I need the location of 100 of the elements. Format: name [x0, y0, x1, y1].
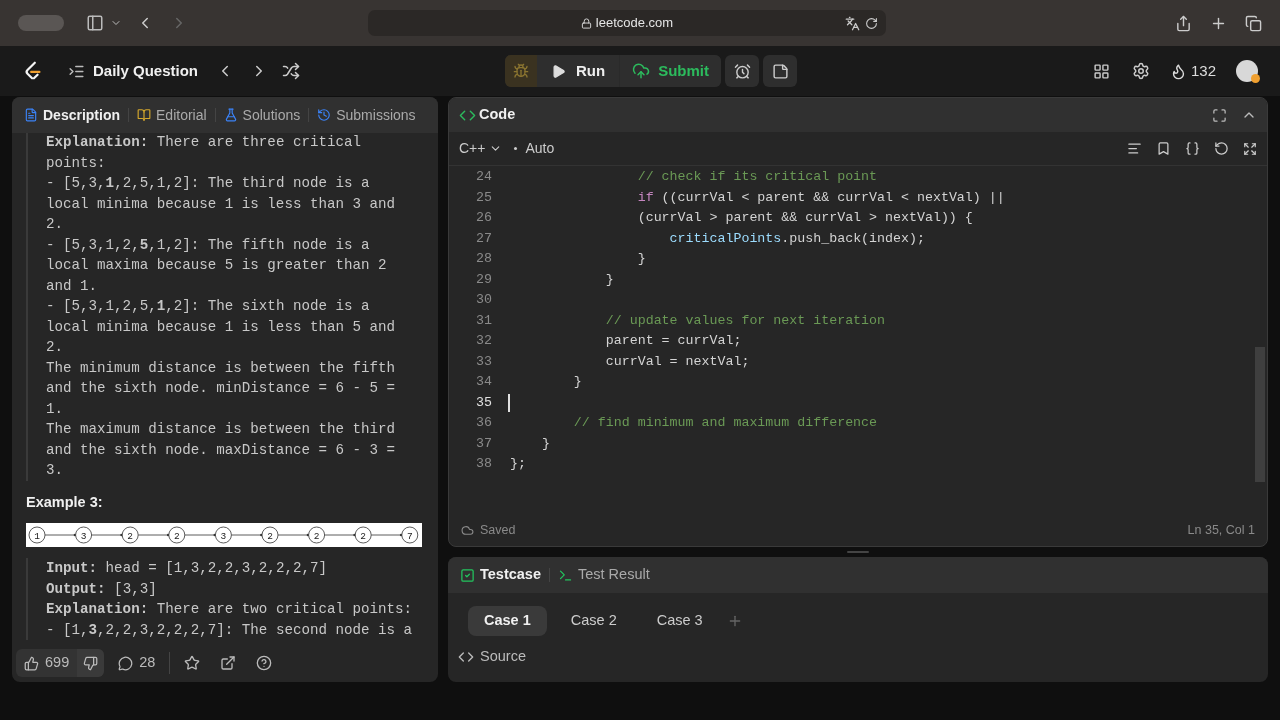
code-token: } [572, 373, 582, 391]
thumbs-down-icon [83, 655, 99, 671]
explanation-line: The maximum distance is between the third [46, 420, 397, 439]
line-number: 33 [475, 352, 492, 371]
code-token: // update values for next iteration [604, 311, 886, 330]
explanation-line: local minima because 1 is less than 5 and [46, 317, 397, 337]
code-token: (currVal > parent && currVal > nextVal)) { [636, 209, 973, 227]
line-number: 24 [475, 168, 492, 186]
explanation-line: - [5,3,1,2,5,1,2]: The fifth node is a [46, 235, 371, 255]
example-line: Explanation: There are two critical points: [46, 600, 414, 619]
explanation-line: 2. [46, 338, 65, 357]
notes-button[interactable] [763, 55, 798, 87]
explanation-line: 1. [46, 399, 65, 419]
explanation-line: 2. [46, 215, 65, 234]
dislike-button[interactable] [77, 649, 105, 677]
explanation-line: and the sixth node. minDistance = 6 - 5 = [46, 379, 397, 398]
terminal-icon [558, 567, 573, 583]
translate-icon[interactable] [845, 15, 860, 31]
alarm-clock-icon [733, 62, 751, 80]
cloud-icon [461, 523, 474, 537]
panel-tab[interactable]: Submissions [317, 104, 416, 126]
history-icon [317, 108, 332, 122]
reload-icon[interactable] [865, 16, 878, 30]
braces-icon[interactable] [1185, 141, 1200, 156]
lock-icon [580, 17, 592, 29]
layout-icon[interactable] [1092, 62, 1110, 80]
panel-tab[interactable]: Editorial [137, 104, 207, 126]
share-icon[interactable] [1175, 14, 1192, 32]
example-heading: Example 3: [26, 492, 104, 512]
format-icon[interactable] [1127, 141, 1142, 156]
help-icon[interactable] [256, 655, 273, 671]
share-icon[interactable] [220, 655, 237, 671]
bug-icon [513, 63, 530, 79]
explanation-line: - [5,3,1,2,5,1,2]: The sixth node is a [46, 297, 371, 316]
panel-tab[interactable]: Test Result [558, 564, 650, 586]
address-bar[interactable]: leetcode.com [368, 10, 886, 36]
avatar[interactable] [1236, 60, 1258, 82]
url-text: leetcode.com [595, 14, 674, 33]
streak-count: 132 [1190, 60, 1216, 81]
timer-button[interactable] [725, 55, 760, 87]
source-button[interactable]: Source [458, 646, 526, 668]
book-icon [137, 108, 151, 122]
explanation-line: points: [46, 153, 107, 173]
flask-icon [223, 108, 238, 122]
bookmark-icon[interactable] [1156, 141, 1171, 156]
code-token: }; [510, 455, 526, 473]
case-tab[interactable]: Case 3 [640, 606, 719, 636]
streak-counter[interactable]: 132 [1169, 59, 1216, 83]
code-token: // find minimum and maximum difference [572, 414, 878, 432]
line-number: 38 [475, 455, 492, 473]
note-icon [771, 62, 789, 80]
line-number: 32 [475, 332, 492, 350]
line-number: 26 [475, 209, 492, 227]
run-button[interactable]: Run [537, 55, 620, 87]
explanation-line: and 1. [46, 276, 99, 296]
debug-button[interactable] [505, 55, 538, 87]
submit-button[interactable]: Submit [620, 55, 722, 87]
line-number: 35 [475, 393, 492, 412]
example-line: Output: [3,3] [46, 579, 158, 599]
cloud-upload-icon [632, 62, 651, 80]
mode-select[interactable]: Auto [514, 138, 555, 159]
thumbs-up-icon [24, 655, 39, 671]
code-token: } [540, 434, 550, 453]
fullscreen-icon[interactable] [1243, 141, 1257, 156]
panel-title: Code [479, 105, 516, 125]
line-number: 31 [475, 311, 492, 330]
code-token: ((currVal < parent && currVal < nextVal) || [660, 188, 1005, 207]
code-token: // check if its critical point [636, 168, 878, 186]
star-icon[interactable] [184, 655, 201, 671]
comments-button[interactable]: 28 [118, 652, 171, 674]
save-status: Saved [480, 521, 516, 539]
explanation-line: local maxima because 5 is greater than 2 [46, 256, 388, 275]
sidebar-icon[interactable] [86, 14, 104, 32]
code-token: criticalPoints [668, 229, 782, 248]
checkbox-icon [460, 567, 475, 583]
line-number: 36 [475, 414, 492, 432]
line-number: 28 [475, 250, 492, 268]
panel-tab[interactable]: Description [24, 104, 120, 126]
problem-list-button[interactable]: Daily Question [68, 59, 199, 83]
code-token: .push_back(index); [781, 229, 925, 248]
linked-list-diagram: 1 3 2 2 3 2 2 2 7 [26, 523, 422, 547]
reset-icon[interactable] [1214, 141, 1229, 156]
shuffle-icon[interactable] [282, 62, 301, 80]
panel-tab[interactable]: Testcase [460, 564, 541, 586]
case-tab[interactable]: Case 1 [468, 606, 547, 636]
case-tab[interactable]: Case 2 [554, 606, 633, 636]
panel-tab[interactable]: Solutions [223, 104, 301, 126]
code-token: parent = currVal; [604, 332, 742, 350]
explanation-line: local minima because 1 is less than 3 and [46, 194, 397, 214]
maximize-icon[interactable] [1212, 107, 1227, 123]
settings-icon[interactable] [1131, 62, 1150, 80]
code-token: currVal = nextVal; [604, 352, 750, 371]
code-token: } [604, 270, 614, 289]
comment-icon [118, 655, 134, 671]
language-select[interactable]: C++ [459, 138, 503, 159]
tabs-icon[interactable] [1245, 14, 1262, 32]
example-line: Input: head = [1,3,2,2,3,2,2,2,7] [46, 559, 328, 578]
explanation-line: 3. [46, 461, 65, 480]
explanation-line: Explanation: There are three critical [46, 133, 363, 152]
scrollbar-thumb[interactable] [1255, 347, 1265, 482]
